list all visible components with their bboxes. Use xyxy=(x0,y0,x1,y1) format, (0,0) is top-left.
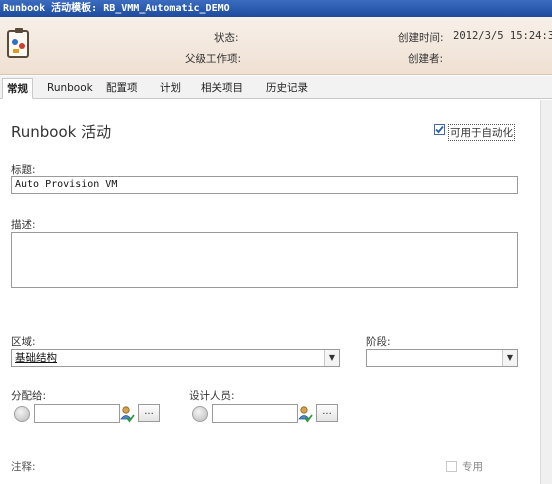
assigned-to-input[interactable] xyxy=(34,404,120,423)
parent-work-item-label: 父级工作项: xyxy=(185,53,242,65)
tab-history[interactable]: 历史记录 xyxy=(262,78,312,99)
designer-input[interactable] xyxy=(212,404,298,423)
record-header: 状态: 父级工作项: 创建时间: 2012/3/5 15:24:35 创建者: xyxy=(0,17,552,75)
tab-config-items[interactable]: 配置项 xyxy=(102,78,142,99)
area-value: 基础结构 xyxy=(15,352,57,364)
description-label: 描述: xyxy=(11,219,36,231)
chevron-down-icon[interactable]: ▼ xyxy=(324,350,339,366)
created-by-label: 创建者: xyxy=(408,53,444,65)
window-title-bar: Runbook 活动模板: RB_VMM_Automatic_DEMO xyxy=(0,0,552,17)
chevron-down-icon[interactable]: ▼ xyxy=(502,350,517,366)
designer-browse-button[interactable]: ... xyxy=(316,404,338,422)
title-label: 标题: xyxy=(11,164,36,176)
tab-runbook[interactable]: Runbook xyxy=(43,78,97,99)
tab-bar: 常规 Runbook 配置项 计划 相关项目 历史记录 xyxy=(0,76,552,99)
window-title: Runbook 活动模板: RB_VMM_Automatic_DEMO xyxy=(3,3,230,14)
tab-schedule[interactable]: 计划 xyxy=(156,78,185,99)
created-time-value: 2012/3/5 15:24:35 xyxy=(453,30,552,42)
tab-related-items[interactable]: 相关项目 xyxy=(197,78,247,99)
area-dropdown[interactable]: 基础结构 ▼ xyxy=(11,349,340,367)
created-time-label: 创建时间: xyxy=(398,32,444,44)
section-title: Runbook 活动 xyxy=(11,123,112,141)
status-circle-icon xyxy=(192,406,208,422)
user-picker-icon[interactable] xyxy=(297,405,313,423)
general-tab-content: Runbook 活动 可用于自动化 标题: Auto Provision VM … xyxy=(0,100,548,484)
notes-label: 注释: xyxy=(11,461,36,473)
status-label: 状态: xyxy=(214,32,239,44)
private-checkbox[interactable] xyxy=(446,461,457,472)
user-picker-icon[interactable] xyxy=(119,405,135,423)
stage-label: 阶段: xyxy=(366,336,391,348)
assigned-to-browse-button[interactable]: ... xyxy=(138,404,160,422)
status-circle-icon xyxy=(14,406,30,422)
automation-checkbox[interactable] xyxy=(434,124,445,135)
vertical-scrollbar[interactable] xyxy=(540,100,552,484)
private-checkbox-label: 专用 xyxy=(462,461,483,473)
designer-label: 设计人员: xyxy=(189,390,235,402)
stage-dropdown[interactable]: ▼ xyxy=(366,349,518,367)
automation-checkbox-label[interactable]: 可用于自动化 xyxy=(448,124,515,141)
area-label: 区域: xyxy=(11,336,36,348)
runbook-activity-icon xyxy=(7,28,29,58)
assigned-to-label: 分配给: xyxy=(11,390,47,402)
title-input[interactable]: Auto Provision VM xyxy=(11,176,518,194)
description-textarea[interactable] xyxy=(11,232,518,288)
tab-general[interactable]: 常规 xyxy=(2,78,33,99)
